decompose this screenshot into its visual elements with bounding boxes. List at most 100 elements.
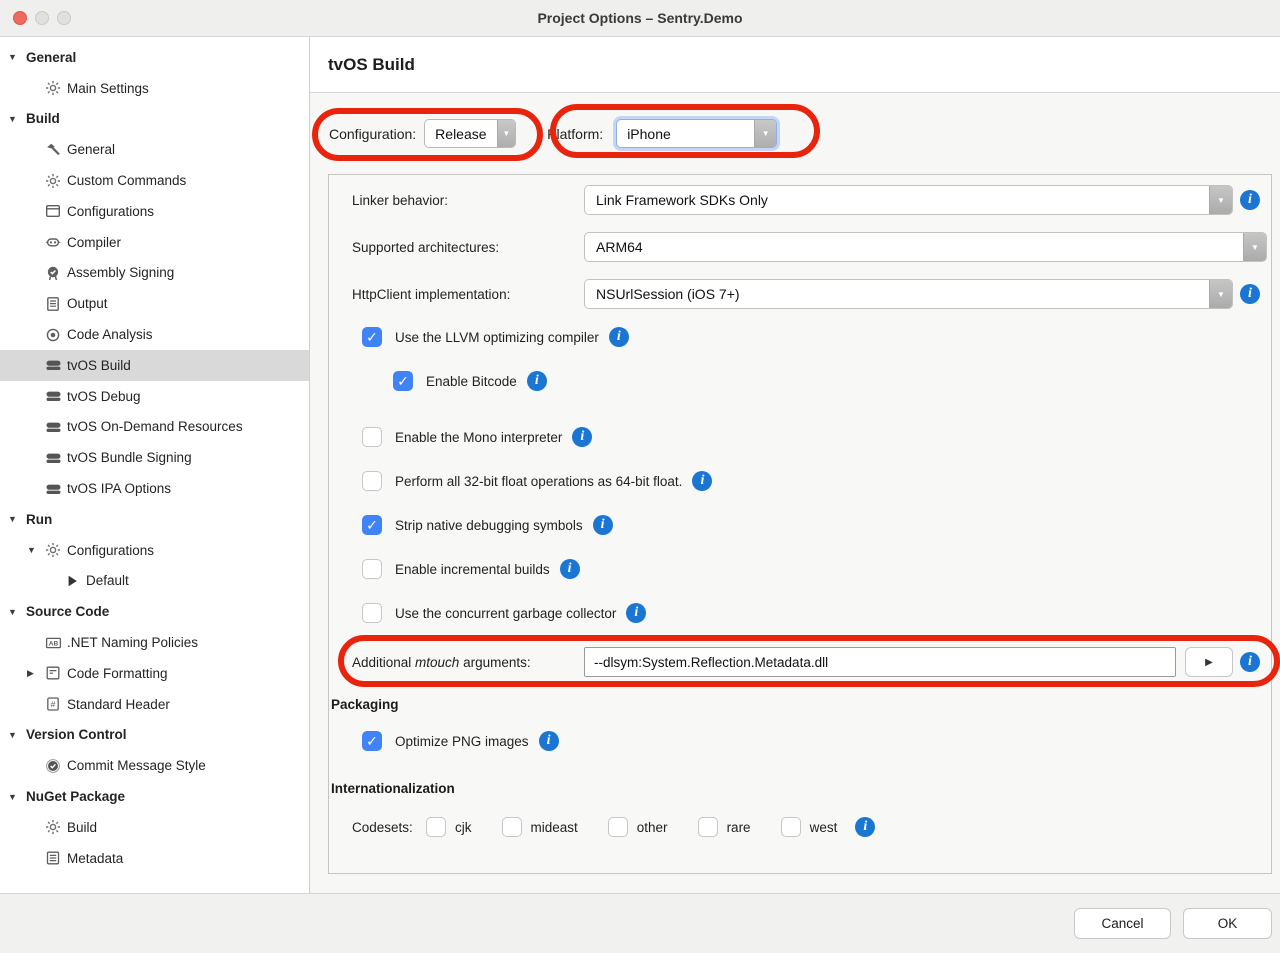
codeset-checkbox[interactable] (608, 817, 628, 837)
sidebar-item-tvos-bundle-signing[interactable]: tvOS Bundle Signing (0, 442, 309, 473)
checkbox[interactable]: ✓ (362, 327, 382, 347)
chevron-down-icon[interactable]: ▼ (1209, 280, 1232, 308)
sidebar-item-version-control[interactable]: ▼Version Control (0, 720, 309, 751)
expander-down-icon[interactable]: ▼ (8, 514, 26, 524)
option-dropdown[interactable]: NSUrlSession (iOS 7+)▼ (584, 279, 1233, 309)
optimize-png-checkbox[interactable]: ✓ (362, 731, 382, 751)
codeset-checkbox[interactable] (426, 817, 446, 837)
configuration-value: Release (425, 120, 496, 147)
ok-button[interactable]: OK (1183, 908, 1272, 939)
sidebar-item-label: Custom Commands (67, 173, 186, 188)
info-icon[interactable]: i (692, 471, 712, 491)
cancel-button[interactable]: Cancel (1074, 908, 1171, 939)
sidebar-item-tvos-build[interactable]: tvOS Build (0, 350, 309, 381)
info-icon[interactable]: i (609, 327, 629, 347)
codeset-label: mideast (531, 820, 578, 835)
sidebar-item-tvos-on-demand-resources[interactable]: tvOS On-Demand Resources (0, 412, 309, 443)
sidebar-item-nuget-package[interactable]: ▼NuGet Package (0, 781, 309, 812)
sidebar-item-label: .NET Naming Policies (67, 635, 198, 650)
tv-icon (45, 357, 67, 373)
checkbox[interactable] (362, 427, 382, 447)
sidebar-item-assembly-signing[interactable]: Assembly Signing (0, 258, 309, 289)
sidebar-item-main-settings[interactable]: Main Settings (0, 73, 309, 104)
chevron-down-icon[interactable]: ▼ (497, 120, 516, 147)
expander-down-icon[interactable]: ▼ (8, 607, 26, 617)
option-row-supported-architectures: Supported architectures:ARM64▼ (352, 232, 1267, 262)
codeset-checkbox[interactable] (698, 817, 718, 837)
mtouch-arguments-input[interactable] (584, 647, 1176, 677)
option-dropdown[interactable]: ARM64▼ (584, 232, 1267, 262)
hash-icon: # (45, 696, 67, 712)
configuration-label: Configuration: (329, 126, 416, 142)
codeset-checkbox[interactable] (781, 817, 801, 837)
info-icon[interactable]: i (527, 371, 547, 391)
info-icon[interactable]: i (626, 603, 646, 623)
checkbox[interactable] (362, 559, 382, 579)
sidebar-item-configurations[interactable]: Configurations (0, 196, 309, 227)
configuration-dropdown[interactable]: Release ▼ (424, 119, 516, 148)
chevron-down-icon[interactable]: ▼ (1209, 186, 1232, 214)
expander-down-icon[interactable]: ▼ (8, 52, 26, 62)
sidebar-item-label: Configurations (67, 543, 154, 558)
sidebar-item-label: Code Analysis (67, 327, 153, 342)
sidebar-item-commit-message-style[interactable]: Commit Message Style (0, 750, 309, 781)
option-dropdown[interactable]: Link Framework SDKs Only▼ (584, 185, 1233, 215)
sidebar-item-code-analysis[interactable]: Code Analysis (0, 319, 309, 350)
expander-right-icon[interactable]: ▶ (27, 668, 45, 679)
sidebar-item-source-code[interactable]: ▼Source Code (0, 596, 309, 627)
codesets-row: Codesets: cjkmideastotherrarewest i (352, 812, 1267, 842)
info-icon[interactable]: i (1240, 284, 1260, 304)
info-icon[interactable]: i (1240, 190, 1260, 210)
sidebar-item-label: General (26, 50, 76, 65)
sidebar-item-run[interactable]: ▼Run (0, 504, 309, 535)
sidebar-item-label: Compiler (67, 235, 121, 250)
sidebar-item-general[interactable]: ▼General (0, 42, 309, 73)
info-icon[interactable]: i (1240, 652, 1260, 672)
page-header: tvOS Build (310, 37, 1280, 93)
sidebar-item-default[interactable]: Default (0, 566, 309, 597)
codeset-label: other (637, 820, 668, 835)
sidebar-item-tvos-debug[interactable]: tvOS Debug (0, 381, 309, 412)
zoom-window-icon[interactable] (57, 11, 71, 25)
sidebar-item-label: Version Control (26, 727, 127, 742)
sidebar-item-custom-commands[interactable]: Custom Commands (0, 165, 309, 196)
sidebar-item-output[interactable]: Output (0, 288, 309, 319)
sidebar-item-code-formatting[interactable]: ▶Code Formatting (0, 658, 309, 689)
sidebar-item-general[interactable]: General (0, 134, 309, 165)
checkbox-row-enable-bitcode: ✓Enable Bitcodei (393, 370, 1267, 392)
checkbox[interactable]: ✓ (362, 515, 382, 535)
checkbox[interactable] (362, 603, 382, 623)
sidebar-item-net-naming-policies[interactable]: AB.NET Naming Policies (0, 627, 309, 658)
expander-down-icon[interactable]: ▼ (8, 792, 26, 802)
sidebar-item-label: Output (67, 296, 108, 311)
checkbox[interactable] (362, 471, 382, 491)
gear-icon (45, 80, 67, 96)
expander-down-icon[interactable]: ▼ (8, 114, 26, 124)
expander-down-icon[interactable]: ▼ (8, 730, 26, 740)
checkbox[interactable]: ✓ (393, 371, 413, 391)
sidebar-item-build[interactable]: Build (0, 812, 309, 843)
chevron-down-icon[interactable]: ▼ (754, 120, 776, 147)
info-icon[interactable]: i (539, 731, 559, 751)
mtouch-arguments-expand-button[interactable]: ▶ (1185, 647, 1233, 677)
info-icon[interactable]: i (855, 817, 875, 837)
info-icon[interactable]: i (572, 427, 592, 447)
info-icon[interactable]: i (593, 515, 613, 535)
sidebar-item-configurations[interactable]: ▼ Configurations (0, 535, 309, 566)
gear-icon (45, 542, 67, 558)
sidebar-item-compiler[interactable]: Compiler (0, 227, 309, 258)
sidebar-item-build[interactable]: ▼Build (0, 104, 309, 135)
info-icon[interactable]: i (560, 559, 580, 579)
codeset-label: west (810, 820, 838, 835)
platform-dropdown[interactable]: iPhone ▼ (616, 119, 777, 148)
tv-icon (45, 481, 67, 497)
tv-icon (45, 450, 67, 466)
sidebar-item-metadata[interactable]: Metadata (0, 843, 309, 874)
chevron-down-icon[interactable]: ▼ (1243, 233, 1266, 261)
sidebar-item-standard-header[interactable]: #Standard Header (0, 689, 309, 720)
expander-down-icon[interactable]: ▼ (27, 545, 45, 555)
minimize-window-icon[interactable] (35, 11, 49, 25)
close-window-icon[interactable] (13, 11, 27, 25)
sidebar-item-tvos-ipa-options[interactable]: tvOS IPA Options (0, 473, 309, 504)
codeset-checkbox[interactable] (502, 817, 522, 837)
